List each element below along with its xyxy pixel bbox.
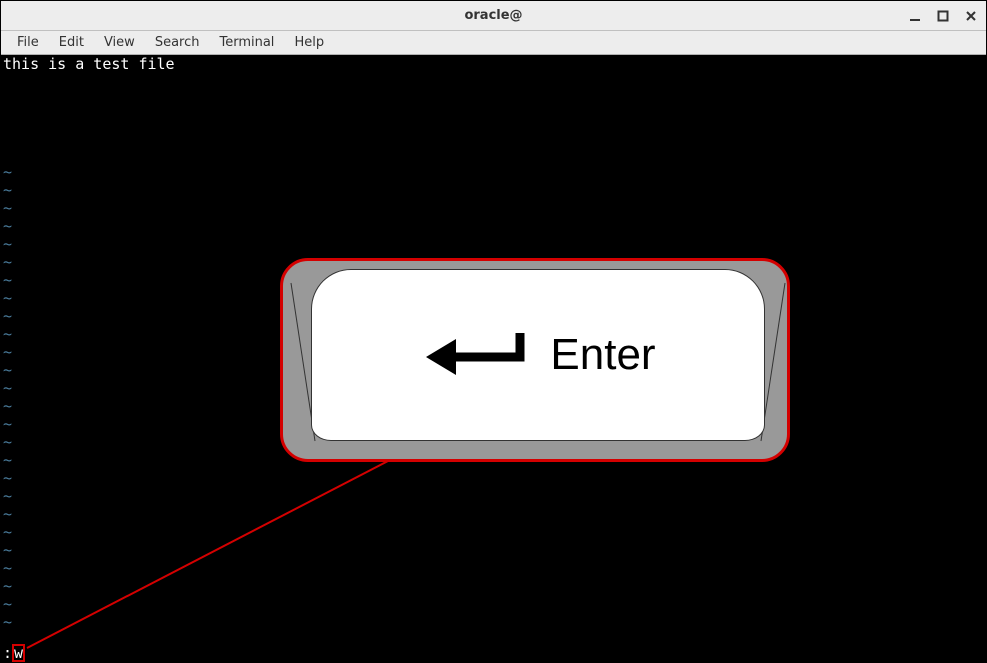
window-controls bbox=[906, 1, 980, 30]
menu-search[interactable]: Search bbox=[145, 33, 210, 52]
vi-tilde-line: ~ bbox=[3, 523, 986, 541]
vi-tilde-line: ~ bbox=[3, 307, 986, 325]
vi-tilde-line: ~ bbox=[3, 361, 986, 379]
vi-tilde-line: ~ bbox=[3, 577, 986, 595]
menu-edit[interactable]: Edit bbox=[49, 33, 94, 52]
vi-tilde-line: ~ bbox=[3, 397, 986, 415]
command-colon: : bbox=[3, 644, 12, 662]
vi-tilde-line: ~ bbox=[3, 343, 986, 361]
close-button[interactable] bbox=[962, 7, 980, 25]
vi-tilde-line: ~ bbox=[3, 325, 986, 343]
menu-view[interactable]: View bbox=[94, 33, 145, 52]
vi-tilde-line: ~ bbox=[3, 433, 986, 451]
vi-tilde-line: ~ bbox=[3, 271, 986, 289]
vi-tilde-line: ~ bbox=[3, 289, 986, 307]
command-char-highlight: w bbox=[12, 644, 25, 662]
vi-command-line[interactable]: :w bbox=[3, 644, 25, 662]
vi-tilde-line: ~ bbox=[3, 487, 986, 505]
terminal-text-line: this is a test file bbox=[3, 55, 986, 73]
window-title: oracle@ bbox=[464, 8, 522, 23]
vi-tilde-line: ~ bbox=[3, 181, 986, 199]
menu-file[interactable]: File bbox=[7, 33, 49, 52]
menu-help[interactable]: Help bbox=[284, 33, 334, 52]
menu-terminal[interactable]: Terminal bbox=[209, 33, 284, 52]
terminal-blank-line bbox=[3, 109, 986, 127]
vi-tilde-line: ~ bbox=[3, 199, 986, 217]
minimize-button[interactable] bbox=[906, 7, 924, 25]
titlebar: oracle@ bbox=[1, 1, 986, 31]
menubar: File Edit View Search Terminal Help bbox=[1, 31, 986, 55]
vi-tilde-line: ~ bbox=[3, 253, 986, 271]
vi-tilde-line: ~ bbox=[3, 613, 986, 631]
terminal-blank-line bbox=[3, 73, 986, 91]
terminal-blank-line bbox=[3, 145, 986, 163]
vi-tilde-line: ~ bbox=[3, 451, 986, 469]
vi-tilde-line: ~ bbox=[3, 469, 986, 487]
vi-tilde-line: ~ bbox=[3, 505, 986, 523]
terminal-window: oracle@ File Edit View Search Terminal H… bbox=[0, 0, 987, 663]
terminal-blank-line bbox=[3, 91, 986, 109]
vi-tilde-line: ~ bbox=[3, 163, 986, 181]
vi-tilde-line: ~ bbox=[3, 559, 986, 577]
terminal-area[interactable]: this is a test file ~ ~ ~ ~ ~ ~ ~ ~ ~ ~ … bbox=[1, 55, 986, 662]
vi-tilde-line: ~ bbox=[3, 379, 986, 397]
vi-tilde-line: ~ bbox=[3, 541, 986, 559]
maximize-button[interactable] bbox=[934, 7, 952, 25]
terminal-content: this is a test file ~ ~ ~ ~ ~ ~ ~ ~ ~ ~ … bbox=[3, 55, 986, 631]
vi-tilde-line: ~ bbox=[3, 235, 986, 253]
vi-tilde-line: ~ bbox=[3, 217, 986, 235]
vi-tilde-line: ~ bbox=[3, 595, 986, 613]
vi-tilde-line: ~ bbox=[3, 415, 986, 433]
terminal-blank-line bbox=[3, 127, 986, 145]
